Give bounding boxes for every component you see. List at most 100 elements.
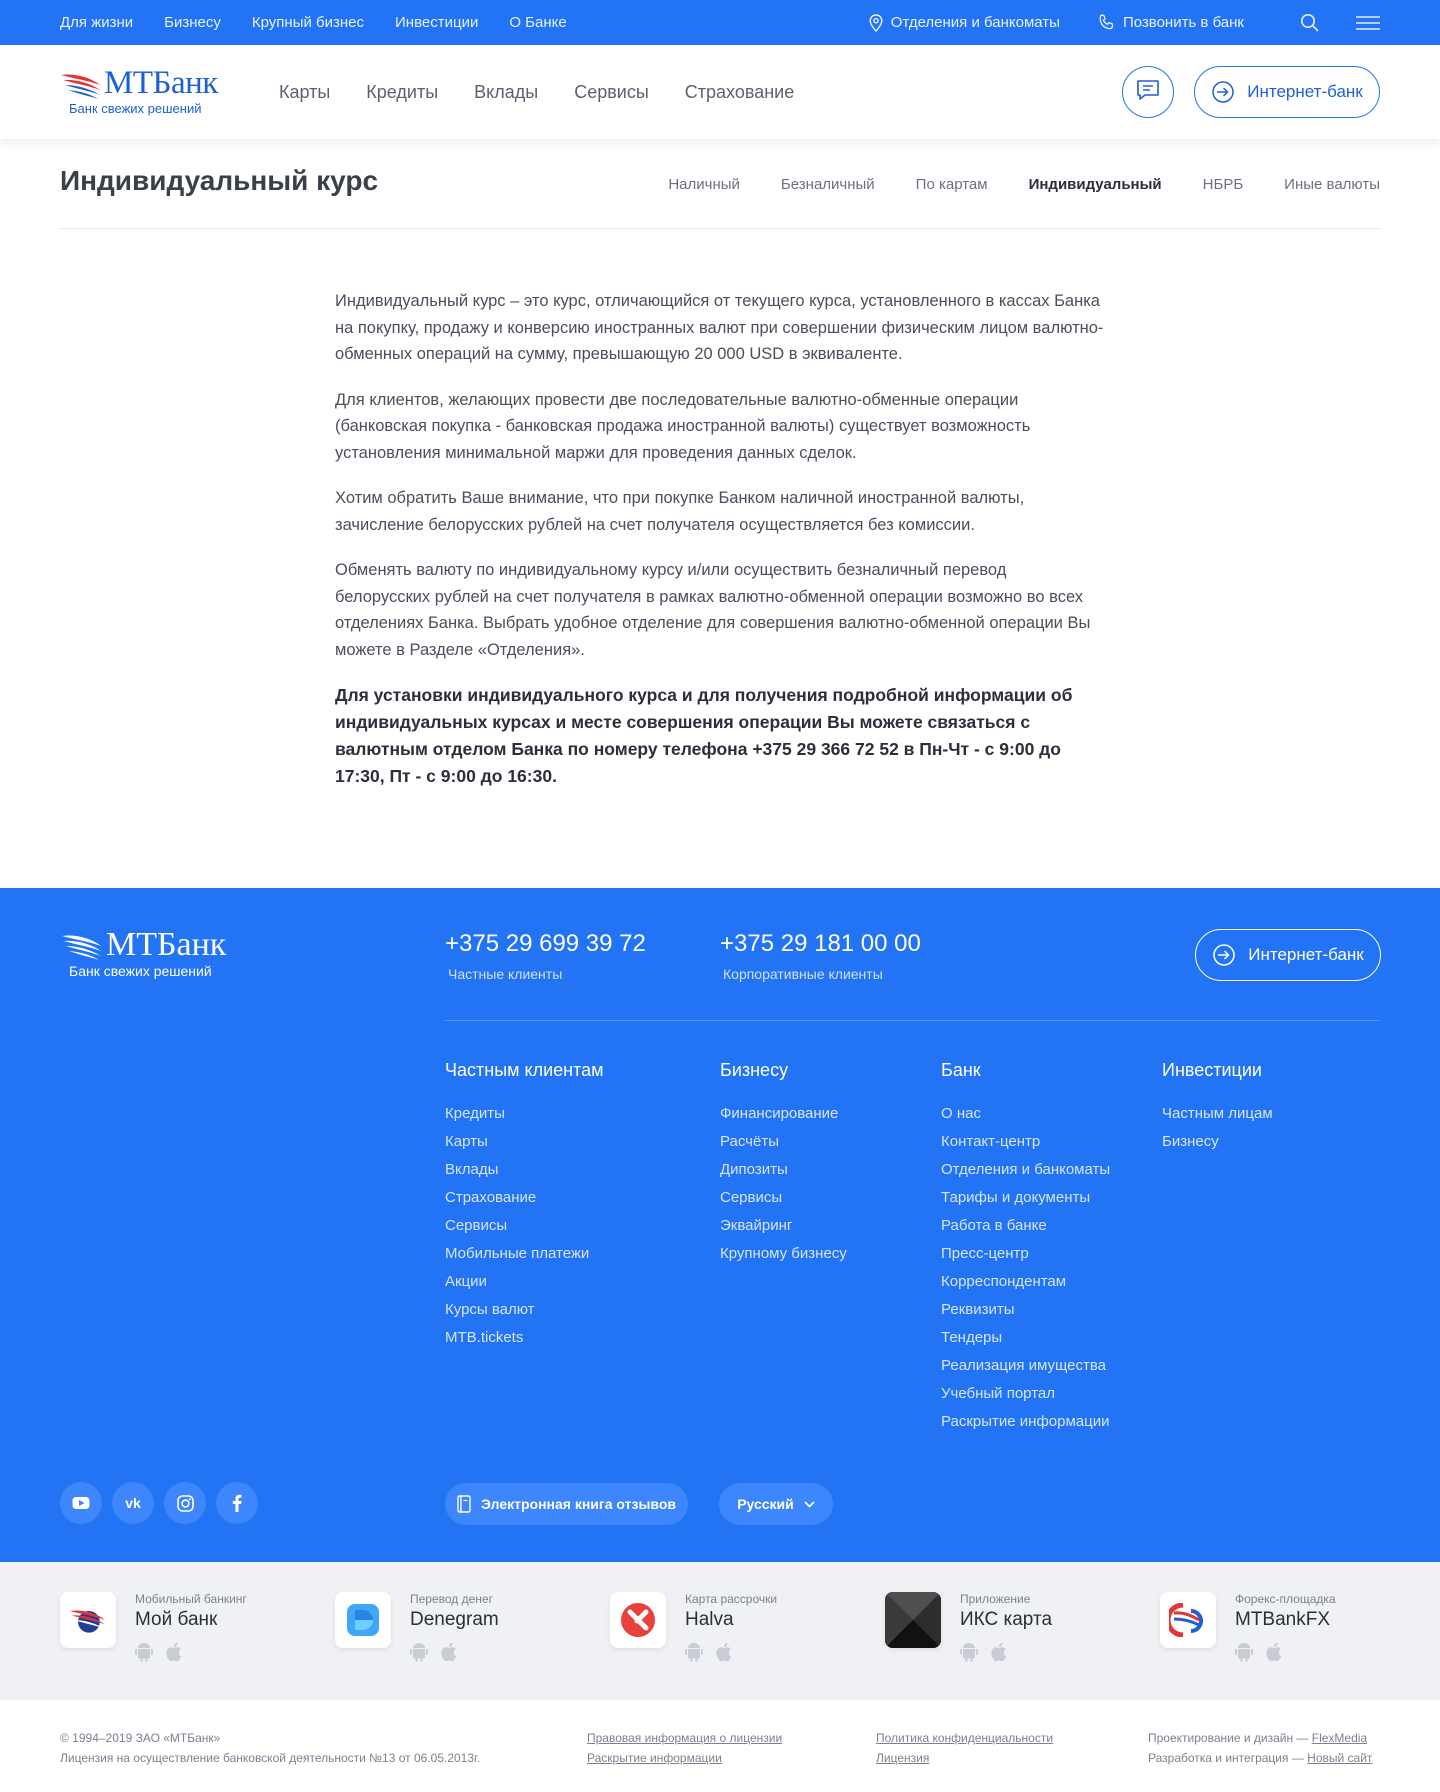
tab-nbrb[interactable]: НБРБ — [1203, 176, 1244, 193]
top-link-life[interactable]: Для жизни — [60, 14, 133, 31]
tab-other-currencies[interactable]: Иные валюты — [1284, 176, 1380, 193]
footer-link[interactable]: Тендеры — [941, 1324, 1110, 1352]
footer-logo[interactable]: МТБанк Банк свежих решений — [60, 926, 230, 980]
internet-bank-button[interactable]: Интернет-банк — [1194, 66, 1380, 118]
footer-link[interactable]: Акции — [445, 1268, 604, 1296]
apple-icon[interactable] — [165, 1642, 182, 1667]
footer-link[interactable]: Сервисы — [445, 1212, 604, 1240]
app-iks-card[interactable]: Приложение ИКС карта — [885, 1592, 1145, 1682]
paragraph-commission: Хотим обратить Ваше внимание, что при по… — [335, 489, 1025, 534]
footer-col-bank: Банк О нас Контакт-центр Отделения и бан… — [941, 1060, 1110, 1436]
nav-insurance[interactable]: Страхование — [685, 82, 794, 103]
footer-link[interactable]: Работа в банке — [941, 1212, 1110, 1240]
android-icon[interactable] — [135, 1642, 153, 1667]
nav-deposits[interactable]: Вклады — [474, 82, 538, 103]
flexmedia-link[interactable]: FlexMedia — [1312, 1731, 1367, 1745]
footer-link[interactable]: Дипозиты — [720, 1156, 847, 1184]
nav-services[interactable]: Сервисы — [574, 82, 649, 103]
footer-link[interactable]: Расчёты — [720, 1128, 847, 1156]
license-legal-link[interactable]: Правовая информация о лицензии — [587, 1728, 782, 1748]
paragraph-definition: Индивидуальный курс – это курс, отличающ… — [335, 292, 1104, 363]
footer-link[interactable]: Вклады — [445, 1156, 604, 1184]
review-book-button[interactable]: Электронная книга отзывов — [445, 1483, 688, 1525]
app-name: Мой банк — [135, 1609, 218, 1630]
nav-credits[interactable]: Кредиты — [366, 82, 438, 103]
privacy-policy-link[interactable]: Политика конфиденциальности — [876, 1728, 1053, 1748]
apple-icon[interactable] — [1265, 1642, 1282, 1667]
design-credit: Проектирование и дизайн — FlexMedia — [1148, 1728, 1372, 1748]
app-halva[interactable]: Карта рассрочки Halva — [610, 1592, 870, 1682]
mtbank-logo[interactable]: МТБанк Банк свежих решений — [60, 65, 220, 119]
apple-icon[interactable] — [440, 1642, 457, 1667]
footer-link[interactable]: Тарифы и документы — [941, 1184, 1110, 1212]
top-link-corporate[interactable]: Крупный бизнес — [252, 14, 364, 31]
footer-link[interactable]: Реквизиты — [941, 1296, 1110, 1324]
mtbankfx-logo — [1160, 1592, 1216, 1648]
android-icon[interactable] — [960, 1642, 978, 1667]
license-link[interactable]: Лицензия — [876, 1748, 1053, 1768]
footer-link[interactable]: Частным лицам — [1162, 1100, 1273, 1128]
footer-link[interactable]: Крупному бизнесу — [720, 1240, 847, 1268]
disclosure-link[interactable]: Раскрытие информации — [587, 1748, 782, 1768]
footer: МТБанк Банк свежих решений +375 29 699 3… — [0, 888, 1440, 1562]
design-credit-label: Проектирование и дизайн — — [1148, 1731, 1312, 1745]
footer-col-business: Бизнесу Финансирование Расчёты Дипозиты … — [720, 1060, 847, 1268]
dev-credit-label: Разработка и интеграция — — [1148, 1751, 1308, 1765]
footer-link[interactable]: Сервисы — [720, 1184, 847, 1212]
footer-link[interactable]: Курсы валют — [445, 1296, 604, 1324]
footer-link[interactable]: Реализация имущества — [941, 1352, 1110, 1380]
social-links: vk — [60, 1482, 258, 1524]
footer-link[interactable]: Финансирование — [720, 1100, 847, 1128]
tab-cards[interactable]: По картам — [916, 176, 988, 193]
android-icon[interactable] — [1235, 1642, 1253, 1667]
title-row: Индивидуальный курс Наличный Безналичный… — [60, 139, 1380, 229]
youtube-icon[interactable] — [60, 1482, 102, 1524]
phone-corporate[interactable]: +375 29 181 00 00 Корпоративные клиенты — [720, 930, 921, 982]
footer-link[interactable]: Кредиты — [445, 1100, 604, 1128]
footer-link[interactable]: Раскрытие информации — [941, 1408, 1110, 1436]
menu-icon[interactable] — [1356, 15, 1380, 31]
app-denegram[interactable]: Перевод денег Denegram — [335, 1592, 595, 1682]
footer-link[interactable]: Пресс-центр — [941, 1240, 1110, 1268]
tab-cashless[interactable]: Безналичный — [781, 176, 875, 193]
footer-link[interactable]: Бизнесу — [1162, 1128, 1273, 1156]
top-link-about[interactable]: О Банке — [509, 14, 566, 31]
footer-link[interactable]: Отделения и банкоматы — [941, 1156, 1110, 1184]
nav-cards[interactable]: Карты — [279, 82, 330, 103]
top-link-business[interactable]: Бизнесу — [164, 14, 221, 31]
branches-link[interactable]: Отделения и банкоматы — [869, 13, 1060, 32]
facebook-icon[interactable] — [216, 1482, 258, 1524]
vk-icon[interactable]: vk — [112, 1482, 154, 1524]
language-select[interactable]: Русский — [719, 1483, 833, 1525]
legal-links-1: Правовая информация о лицензии Раскрытие… — [587, 1728, 782, 1768]
top-link-investments[interactable]: Инвестиции — [395, 14, 478, 31]
legal-copyright-block: © 1994–2019 ЗАО «МТБанк» Лицензия на осу… — [60, 1728, 480, 1768]
call-bank-link[interactable]: Позвонить в банк — [1098, 14, 1244, 31]
app-mtbankfx[interactable]: Форекс-площадка MTBankFX — [1160, 1592, 1420, 1682]
footer-logo-name: МТБанк — [106, 926, 227, 963]
footer-link[interactable]: Корреспондентам — [941, 1268, 1110, 1296]
tab-cash[interactable]: Наличный — [668, 176, 740, 193]
apple-icon[interactable] — [715, 1642, 732, 1667]
footer-link[interactable]: Контакт-центр — [941, 1128, 1110, 1156]
footer-link[interactable]: Страхование — [445, 1184, 604, 1212]
chat-button[interactable] — [1122, 66, 1174, 118]
instagram-icon[interactable] — [164, 1482, 206, 1524]
phone-private[interactable]: +375 29 699 39 72 Частные клиенты — [445, 930, 646, 982]
footer-internet-bank-button[interactable]: Интернет-банк — [1195, 929, 1381, 981]
apple-icon[interactable] — [990, 1642, 1007, 1667]
footer-link[interactable]: Эквайринг — [720, 1212, 847, 1240]
new-site-link[interactable]: Новый сайт — [1307, 1751, 1372, 1765]
footer-link[interactable]: Карты — [445, 1128, 604, 1156]
footer-link[interactable]: О нас — [941, 1100, 1110, 1128]
footer-link[interactable]: Учебный портал — [941, 1380, 1110, 1408]
footer-link[interactable]: Мобильные платежи — [445, 1240, 604, 1268]
app-moy-bank[interactable]: Мобильный банкинг Мой банк — [60, 1592, 320, 1682]
tab-individual[interactable]: Индивидуальный — [1029, 176, 1162, 193]
search-icon[interactable] — [1300, 13, 1319, 32]
android-icon[interactable] — [685, 1642, 703, 1667]
android-icon[interactable] — [410, 1642, 428, 1667]
footer-link[interactable]: MTB.tickets — [445, 1324, 604, 1352]
logo-tagline: Банк свежих решений — [69, 101, 202, 116]
rate-tabs: Наличный Безналичный По картам Индивидуа… — [668, 139, 1380, 229]
